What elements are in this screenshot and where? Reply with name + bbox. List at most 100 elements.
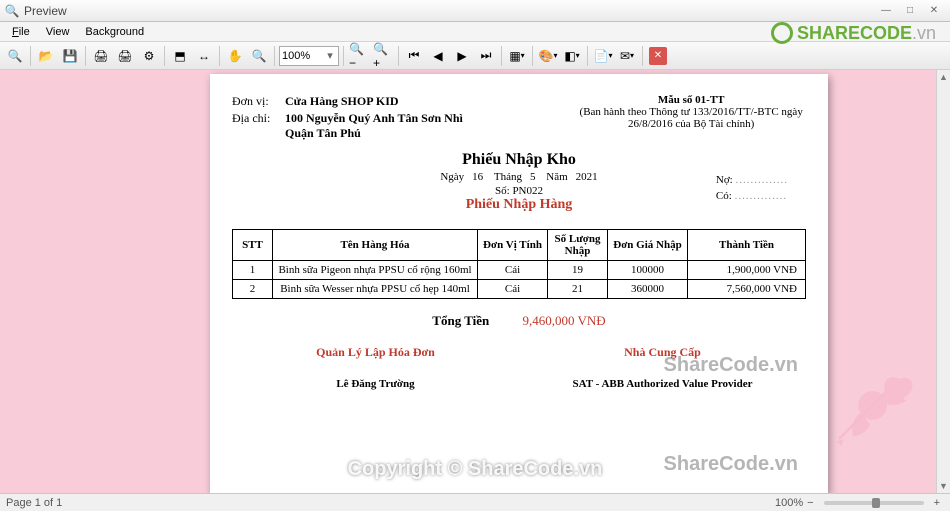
zoom-combo[interactable]: ▾ [279,46,339,66]
banhanh-line1: (Ban hành theo Thông tư 133/2016/TT/-BTC… [576,106,806,118]
diachi-line1: 100 Nguyễn Quý Anh Tân Sơn Nhì [285,111,463,125]
separator [642,46,643,66]
multipage-button[interactable]: ▦▾ [506,45,528,67]
app-icon: 🔍 [4,3,20,19]
window-title: Preview [24,4,874,18]
zoom-out-status-button[interactable]: − [803,497,817,509]
col-ten: Tên Hàng Hóa [273,230,478,261]
cupid-decoration-icon [810,343,940,463]
manager-label: Quản Lý Lập Hóa Đơn [232,345,519,360]
separator [398,46,399,66]
close-icon: ✕ [654,50,662,61]
prev-page-button[interactable]: ◀ [427,45,449,67]
search-icon: 🔍 [8,49,23,63]
no-co-block: Nợ: .............. Có: .............. [716,172,788,204]
close-preview-button[interactable]: ✕ [649,47,667,65]
zoom-tool-button[interactable]: 🔍 [248,45,270,67]
preview-canvas[interactable]: Đơn vị: Cửa Hàng SHOP KID Địa chỉ: 100 N… [0,70,950,493]
total-label: Tổng Tiền [432,313,489,329]
zoom-out-button[interactable]: 🔍− [348,45,370,67]
zoom-slider[interactable] [824,501,924,505]
separator [219,46,220,66]
next-page-button[interactable]: ▶ [451,45,473,67]
vertical-scrollbar[interactable]: ▲ ▼ [936,70,950,493]
mau-so: Mẫu số 01-TT [576,94,806,106]
printer-icon: 🖨 [93,49,108,63]
print-button[interactable]: 🖨 [90,45,112,67]
close-window-button[interactable]: ✕ [922,3,946,19]
col-dg: Đơn Giá Nhập [608,230,688,261]
export-mail-button[interactable]: ✉▾ [616,45,638,67]
col-tt: Thành Tiền [688,230,806,261]
diachi-label: Địa chỉ: [232,111,282,126]
toolbar: 🔍 📂 💾 🖨 🖨 ⚙ ⬒ ↔ ✋ 🔍 ▾ 🔍− 🔍+ ⏮ ◀ ▶ ⏭ ▦▾ 🎨… [0,42,950,70]
folder-open-icon: 📂 [39,49,54,63]
supplier-name: SAT - ABB Authorized Value Provider [519,378,806,390]
maximize-button[interactable]: □ [898,3,922,19]
last-page-button[interactable]: ⏭ [475,45,497,67]
zoom-out-icon: 🔍− [349,42,369,70]
last-page-icon: ⏭ [481,48,492,63]
chevron-down-icon: ▾ [521,51,525,60]
zoom-input[interactable] [282,50,324,62]
separator [30,46,31,66]
chevron-down-icon: ▾ [324,49,336,62]
color-icon: 🎨 [539,49,554,63]
export-doc-icon: 📄 [594,49,609,63]
banhanh-line2: 26/8/2016 của Bộ Tài chính) [576,118,806,130]
hand-icon: ✋ [228,49,243,63]
chevron-down-icon: ▾ [576,51,580,60]
page-setup-icon: ⚙ [144,49,155,63]
separator [274,46,275,66]
page-indicator: Page 1 of 1 [6,497,62,509]
mail-icon: ✉ [620,49,630,63]
open-button[interactable]: 📂 [35,45,57,67]
donvi-value: Cửa Hàng SHOP KID [285,94,399,108]
document-title: Phiếu Nhập Kho [232,151,806,169]
chevron-down-icon: ▾ [630,51,634,60]
scroll-down-button[interactable]: ▼ [937,479,950,493]
header-icon: ⬒ [174,49,185,63]
menu-file[interactable]: File [4,24,38,40]
col-dvt: Đơn Vị Tính [478,230,548,261]
supplier-label: Nhà Cung Cấp [519,345,806,360]
prev-page-icon: ◀ [433,49,442,63]
watermark-sharecode: ShareCode.vn [664,453,798,476]
scale-icon: ↔ [198,49,210,63]
zoom-percent: 100% [775,497,803,509]
page-setup-button[interactable]: ⚙ [138,45,160,67]
total-row: Tổng Tiền 9,460,000 VNĐ [232,313,806,329]
export-doc-button[interactable]: 📄▾ [592,45,614,67]
zoom-in-button[interactable]: 🔍+ [372,45,394,67]
separator [532,46,533,66]
save-button[interactable]: 💾 [59,45,81,67]
menu-background[interactable]: Background [77,24,152,40]
quick-print-button[interactable]: 🖨 [114,45,136,67]
scroll-up-button[interactable]: ▲ [937,70,950,84]
col-stt: STT [233,230,273,261]
color-button[interactable]: 🎨▾ [537,45,559,67]
separator [85,46,86,66]
hand-tool-button[interactable]: ✋ [224,45,246,67]
diachi-line2: Quận Tân Phú [285,126,361,140]
separator [501,46,502,66]
header-footer-button[interactable]: ⬒ [169,45,191,67]
minimize-button[interactable]: — [874,3,898,19]
first-page-button[interactable]: ⏮ [403,45,425,67]
col-sl: Số Lượng Nhập [548,230,608,261]
first-page-icon: ⏮ [409,48,420,63]
zoom-in-icon: 🔍+ [373,42,393,70]
total-value: 9,460,000 VNĐ [523,313,606,328]
zoom-slider-thumb[interactable] [872,498,880,508]
multipage-icon: ▦ [509,49,520,63]
chevron-down-icon: ▾ [608,51,612,60]
signatures: Quản Lý Lập Hóa Đơn Lê Đăng Trường Nhà C… [232,345,806,390]
chevron-down-icon: ▾ [553,51,557,60]
menu-view[interactable]: View [38,24,78,40]
scale-button[interactable]: ↔ [193,45,215,67]
zoom-in-status-button[interactable]: + [930,497,944,509]
watermark-button[interactable]: ◧▾ [561,45,583,67]
items-table: STT Tên Hàng Hóa Đơn Vị Tính Số Lượng Nh… [232,229,806,299]
manager-name: Lê Đăng Trường [232,378,519,390]
search-button[interactable]: 🔍 [4,45,26,67]
